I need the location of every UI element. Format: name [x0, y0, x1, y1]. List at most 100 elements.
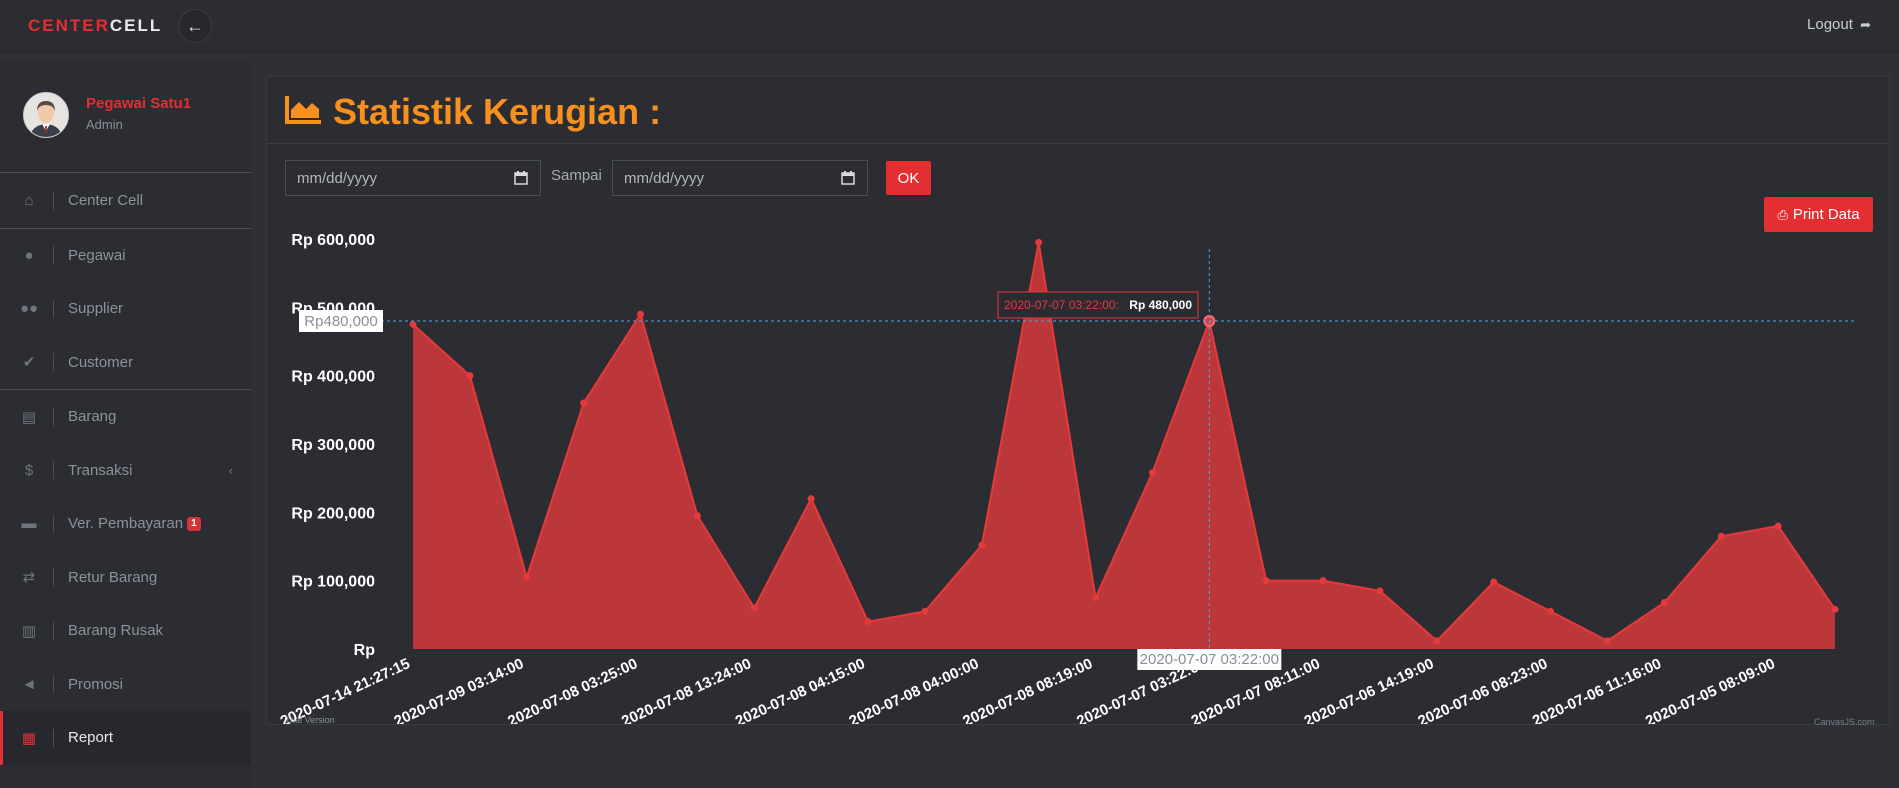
- data-point[interactable]: [637, 310, 645, 318]
- y-tick-label: Rp 300,000: [291, 437, 375, 454]
- sidebar-item-barang[interactable]: ▤ Barang: [0, 390, 251, 444]
- user-check-icon: ✔: [22, 354, 36, 372]
- chart-watermark-left: Trial Version: [285, 715, 335, 725]
- tooltip-value: Rp 480,000: [1129, 298, 1192, 312]
- menu-separator: [53, 299, 54, 318]
- sidebar-item-report[interactable]: ▦ Report: [0, 711, 251, 765]
- archive-icon: ▤: [21, 408, 37, 426]
- money-icon: $: [24, 461, 34, 479]
- data-point[interactable]: [1603, 637, 1611, 645]
- data-point[interactable]: [1319, 577, 1327, 585]
- users-icon: ●●: [19, 300, 39, 318]
- menu-separator: [53, 621, 54, 640]
- y-tick-label: Rp 100,000: [291, 574, 375, 591]
- y-tick-label: Rp 400,000: [291, 369, 375, 386]
- trash-icon: ▥: [21, 622, 37, 640]
- sidebar-item-label: Pegawai: [68, 246, 126, 264]
- sidebar-item-promosi[interactable]: ◄ Promosi: [0, 658, 251, 712]
- avatar: [23, 92, 69, 138]
- sidebar-item-label: Supplier: [68, 300, 124, 318]
- sidebar-item-barang-rusak[interactable]: ▥ Barang Rusak: [0, 604, 251, 658]
- sidebar-item-label: Barang: [68, 408, 117, 426]
- sidebar-item-label: Ver. Pembayaran: [68, 515, 184, 533]
- arrow-left-icon: ←: [186, 15, 204, 36]
- data-point[interactable]: [1547, 607, 1555, 615]
- crosshair-x-label: 2020-07-07 03:22:00: [1140, 651, 1279, 668]
- loss-area-chart[interactable]: Rp Rp 100,000 Rp 200,000 Rp 300,000 Rp 400,0…: [267, 77, 1889, 724]
- sign-out-icon: ➦: [1860, 17, 1871, 32]
- sidebar: Pegawai Satu1 Admin ⌂ Center Cell ● Pega…: [0, 62, 251, 788]
- brand-part-2: CELL: [109, 16, 163, 35]
- profile-role: Admin: [86, 117, 123, 132]
- data-point[interactable]: [693, 512, 701, 520]
- user-profile: Pegawai Satu1 Admin: [0, 62, 251, 173]
- menu-separator: [53, 407, 54, 426]
- x-tick-label: 2020-07-05 08:09:00: [1643, 655, 1778, 724]
- sidebar-item-transaksi[interactable]: $ Transaksi ‹: [0, 444, 251, 498]
- menu-separator: [53, 461, 54, 480]
- menu-separator: [53, 191, 54, 210]
- data-point[interactable]: [807, 495, 815, 503]
- sidebar-item-label: Customer: [68, 353, 134, 371]
- sidebar-item-customer[interactable]: ✔ Customer: [0, 336, 251, 390]
- profile-name: Pegawai Satu1: [86, 95, 192, 112]
- user-icon: ●: [24, 246, 34, 264]
- sidebar-item-label: Report: [68, 729, 114, 747]
- menu-separator: [53, 246, 54, 265]
- sidebar-item-center-cell[interactable]: ⌂ Center Cell: [0, 174, 251, 229]
- report-icon: ▦: [21, 729, 37, 747]
- data-point[interactable]: [1831, 605, 1839, 613]
- data-point[interactable]: [1660, 599, 1668, 607]
- chart-watermark-right[interactable]: CanvasJS.com: [1814, 717, 1875, 727]
- data-point[interactable]: [1490, 578, 1498, 586]
- sidebar-item-retur-barang[interactable]: ⇄ Retur Barang: [0, 551, 251, 605]
- notification-badge: 1: [187, 516, 201, 531]
- data-point[interactable]: [409, 320, 417, 328]
- logout-label: Logout: [1807, 16, 1853, 33]
- data-point[interactable]: [750, 604, 758, 612]
- sidebar-item-label: Retur Barang: [68, 568, 158, 586]
- sidebar-item-ver-pembayaran[interactable]: ▬ Ver. Pembayaran 1: [0, 497, 251, 551]
- logout-link[interactable]: Logout ➦: [1807, 16, 1871, 33]
- menu-separator: [53, 675, 54, 694]
- sidebar-item-label: Center Cell: [68, 192, 144, 210]
- sidebar-item-label: Barang Rusak: [68, 622, 164, 640]
- tooltip-date: 2020-07-07 03:22:00:: [1004, 298, 1119, 312]
- data-point[interactable]: [523, 573, 531, 581]
- data-point[interactable]: [1433, 637, 1441, 645]
- y-tick-label: Rp: [354, 642, 376, 659]
- y-tick-label: Rp 200,000: [291, 505, 375, 522]
- sidebar-item-supplier[interactable]: ●● Supplier: [0, 282, 251, 336]
- sidebar-item-label: Transaksi: [68, 461, 133, 479]
- data-point[interactable]: [466, 372, 474, 380]
- data-point[interactable]: [1717, 532, 1725, 540]
- data-point[interactable]: [864, 618, 872, 626]
- sidebar-item-label: Promosi: [68, 675, 124, 693]
- data-point[interactable]: [1774, 522, 1782, 530]
- crosshair-y-label: Rp480,000: [304, 313, 377, 330]
- chevron-left-icon: ‹: [228, 462, 233, 478]
- report-panel: Statistik Kerugian : mm/dd/yyyy Sampai m…: [266, 76, 1890, 727]
- data-point[interactable]: [1148, 469, 1156, 477]
- menu-separator: [53, 728, 54, 747]
- sidebar-toggle-button[interactable]: ←: [178, 9, 212, 43]
- exchange-icon: ⇄: [22, 569, 36, 587]
- top-bar: CENTERCELL ← Logout ➦: [0, 0, 1899, 53]
- data-point[interactable]: [1092, 594, 1100, 602]
- data-point[interactable]: [580, 399, 588, 407]
- store-icon: ⌂: [24, 192, 34, 210]
- menu-separator: [53, 568, 54, 587]
- card-icon: ▬: [21, 515, 37, 533]
- brand-logo[interactable]: CENTERCELL: [28, 16, 162, 36]
- megaphone-icon: ◄: [21, 675, 37, 693]
- data-point[interactable]: [1376, 587, 1384, 595]
- data-point[interactable]: [1262, 577, 1270, 585]
- data-point[interactable]: [1035, 238, 1043, 246]
- data-point[interactable]: [921, 607, 929, 615]
- brand-part-1: CENTER: [28, 16, 110, 35]
- sidebar-menu: ⌂ Center Cell ● Pegawai ●● Supplier ✔ Cu…: [0, 174, 251, 765]
- sidebar-item-pegawai[interactable]: ● Pegawai: [0, 229, 251, 283]
- y-tick-label: Rp 600,000: [291, 232, 375, 249]
- menu-separator: [53, 353, 54, 372]
- data-point[interactable]: [978, 541, 986, 549]
